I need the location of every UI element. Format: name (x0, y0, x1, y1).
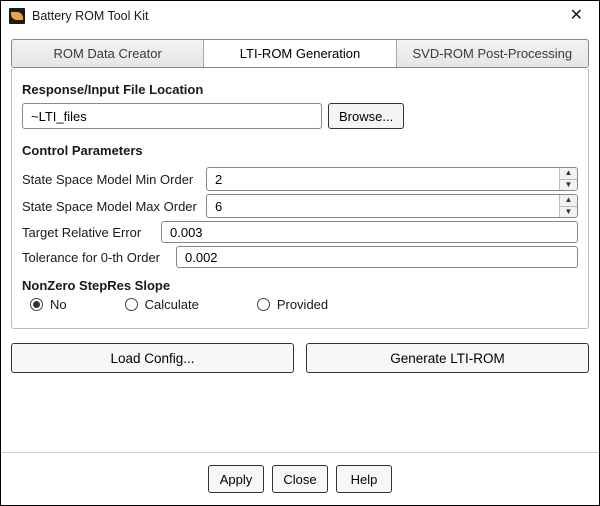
target-error-label: Target Relative Error (22, 225, 155, 240)
min-order-spinner[interactable]: ▲ ▼ (206, 167, 578, 191)
tabstrip: ROM Data Creator LTI-ROM Generation SVD-… (11, 39, 589, 68)
slope-radio-provided-label: Provided (277, 297, 328, 312)
tab-rom-data-creator[interactable]: ROM Data Creator (12, 40, 204, 67)
tab-svd-rom-postprocessing[interactable]: SVD-ROM Post-Processing (397, 40, 588, 67)
help-button[interactable]: Help (336, 465, 392, 493)
min-order-up-icon[interactable]: ▲ (560, 168, 577, 179)
close-button[interactable]: Close (272, 465, 328, 493)
close-icon[interactable]: ✕ (560, 4, 593, 28)
slope-radio-no-label: No (50, 297, 67, 312)
min-order-down-icon[interactable]: ▼ (560, 179, 577, 191)
max-order-input[interactable] (207, 195, 559, 217)
tab-panel: Response/Input File Location Browse... C… (11, 68, 589, 329)
slope-radio-group: No Calculate Provided (22, 293, 578, 318)
load-config-button[interactable]: Load Config... (11, 343, 294, 373)
min-order-label: State Space Model Min Order (22, 172, 200, 187)
generate-lti-rom-button[interactable]: Generate LTI-ROM (306, 343, 589, 373)
max-order-down-icon[interactable]: ▼ (560, 206, 577, 218)
radio-icon (257, 298, 270, 311)
file-path-input[interactable] (22, 103, 322, 129)
radio-icon (125, 298, 138, 311)
target-error-input[interactable] (161, 221, 578, 243)
control-parameters-title: Control Parameters (22, 143, 578, 158)
tab-lti-rom-generation[interactable]: LTI-ROM Generation (204, 40, 396, 67)
max-order-label: State Space Model Max Order (22, 199, 200, 214)
apply-button[interactable]: Apply (208, 465, 264, 493)
window-titlebar: Battery ROM Tool Kit ✕ (1, 1, 599, 31)
min-order-input[interactable] (207, 168, 559, 190)
tol0-label: Tolerance for 0-th Order (22, 250, 170, 265)
file-location-title: Response/Input File Location (22, 82, 578, 97)
window-title: Battery ROM Tool Kit (32, 9, 148, 23)
max-order-spinner[interactable]: ▲ ▼ (206, 194, 578, 218)
slope-radio-calculate[interactable]: Calculate (125, 297, 199, 312)
dialog-footer: Apply Close Help (11, 453, 589, 505)
max-order-up-icon[interactable]: ▲ (560, 195, 577, 206)
slope-radio-no[interactable]: No (30, 297, 67, 312)
radio-icon (30, 298, 43, 311)
slope-radio-provided[interactable]: Provided (257, 297, 328, 312)
browse-button[interactable]: Browse... (328, 103, 404, 129)
control-parameters-group: State Space Model Min Order ▲ ▼ State Sp… (22, 164, 578, 318)
slope-radio-calculate-label: Calculate (145, 297, 199, 312)
slope-title: NonZero StepRes Slope (22, 278, 578, 293)
tol0-input[interactable] (176, 246, 578, 268)
app-icon (9, 8, 25, 24)
